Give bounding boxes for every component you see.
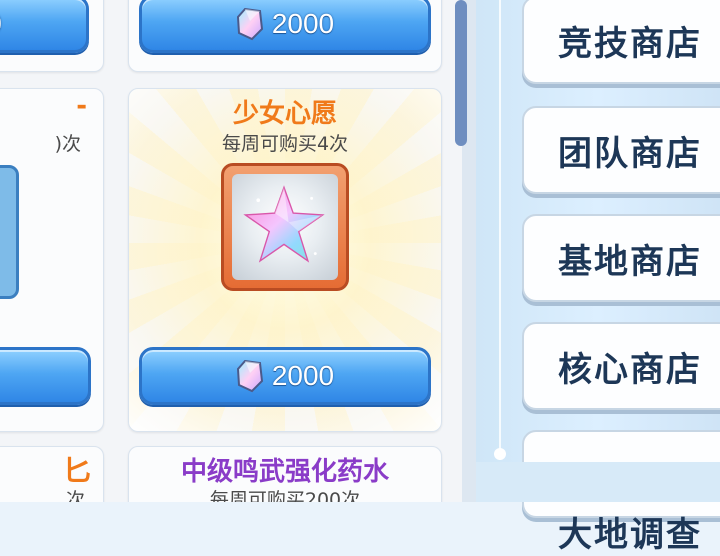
shop-item-card[interactable]: 匕 次	[0, 446, 104, 502]
nav-footer-overlay	[476, 462, 720, 502]
item-background	[232, 174, 338, 280]
item-limit: 次	[65, 489, 85, 502]
shop-grid: 0 2000 - )次 少女心愿 每周可购买4次	[0, 0, 462, 502]
nav-item-arena-shop[interactable]: 竞技商店	[522, 0, 720, 84]
buy-button[interactable]	[0, 347, 91, 405]
buy-button[interactable]: 2000	[139, 347, 431, 405]
nav-rail-dot	[494, 448, 506, 460]
nav-item-label: 核心商店	[558, 349, 702, 390]
star-crystal-icon	[243, 185, 325, 263]
price-label: 0	[0, 8, 2, 40]
item-limit: )次	[54, 133, 81, 155]
nav-item-base-shop[interactable]: 基地商店	[522, 214, 720, 302]
nav-item-label: 竞技商店	[558, 23, 702, 64]
item-title: 匕	[62, 454, 91, 487]
price-label: 2000	[271, 8, 335, 39]
nav-item-label: 基地商店	[558, 241, 702, 282]
featured-item-card[interactable]: 少女心愿 每周可购买4次 2000	[128, 88, 442, 432]
nav-item-team-shop[interactable]: 团队商店	[522, 106, 720, 194]
rainbow-gem-icon	[236, 359, 263, 393]
item-frame	[221, 163, 349, 291]
rainbow-gem-icon	[236, 7, 263, 41]
buy-button[interactable]: 0	[0, 0, 89, 53]
shop-item-card[interactable]: 0	[0, 0, 104, 72]
price-label: 2000	[271, 360, 335, 391]
nav-item-label: 大地调查	[558, 515, 702, 555]
shop-nav-panel: 竞技商店 团队商店 基地商店 核心商店 大地调查	[476, 0, 720, 555]
nav-item-label: 团队商店	[558, 133, 702, 174]
nav-rail	[499, 0, 501, 460]
item-title: 少女心愿	[232, 99, 337, 129]
scrollbar-thumb[interactable]	[455, 0, 467, 146]
shop-item-card[interactable]: - )次	[0, 88, 104, 432]
nav-item-core-shop[interactable]: 核心商店	[522, 322, 720, 410]
buy-button[interactable]: 2000	[139, 0, 431, 53]
item-limit: 每周可购买200次	[209, 489, 361, 502]
item-title: 中级鸣武强化药水	[180, 457, 389, 487]
shop-item-card[interactable]: 中级鸣武强化药水 每周可购买200次	[128, 446, 442, 502]
item-limit: 每周可购买4次	[221, 133, 349, 155]
shop-item-card[interactable]: 2000	[128, 0, 442, 72]
item-title: -	[76, 91, 87, 121]
item-frame	[0, 165, 19, 299]
